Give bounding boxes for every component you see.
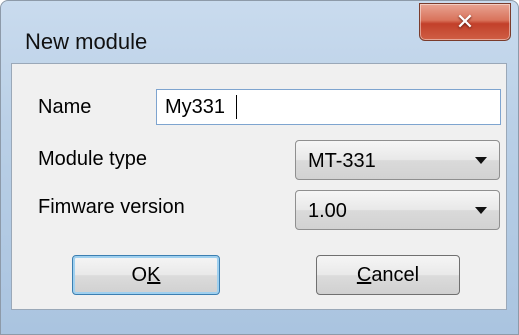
name-label: Name [38,96,92,118]
window-title: New module [25,29,148,54]
module-type-label: Module type [38,148,147,170]
firmware-version-value: 1.00 [308,200,347,222]
cancel-label: Cancel [356,263,420,286]
title-bar[interactable]: New module ✕ [1,1,518,63]
module-type-select[interactable]: MT-331 [295,140,500,180]
name-field[interactable] [156,89,501,125]
cancel-button[interactable]: Cancel [316,255,460,295]
chevron-down-icon [475,207,487,214]
close-icon: ✕ [455,9,475,35]
close-button[interactable]: ✕ [419,3,511,41]
firmware-version-select[interactable]: 1.00 [295,190,500,230]
module-type-value: MT-331 [308,150,376,172]
firmware-version-label: Fimware version [38,196,185,218]
dialog-body: Name Module type MT-331 Fimware version … [11,63,507,310]
new-module-dialog: New module ✕ Name Module type MT-331 Fim… [0,0,519,335]
chevron-down-icon [475,157,487,164]
ok-label: OK [131,263,161,286]
ok-button[interactable]: OK [72,255,220,295]
text-caret [236,95,237,119]
